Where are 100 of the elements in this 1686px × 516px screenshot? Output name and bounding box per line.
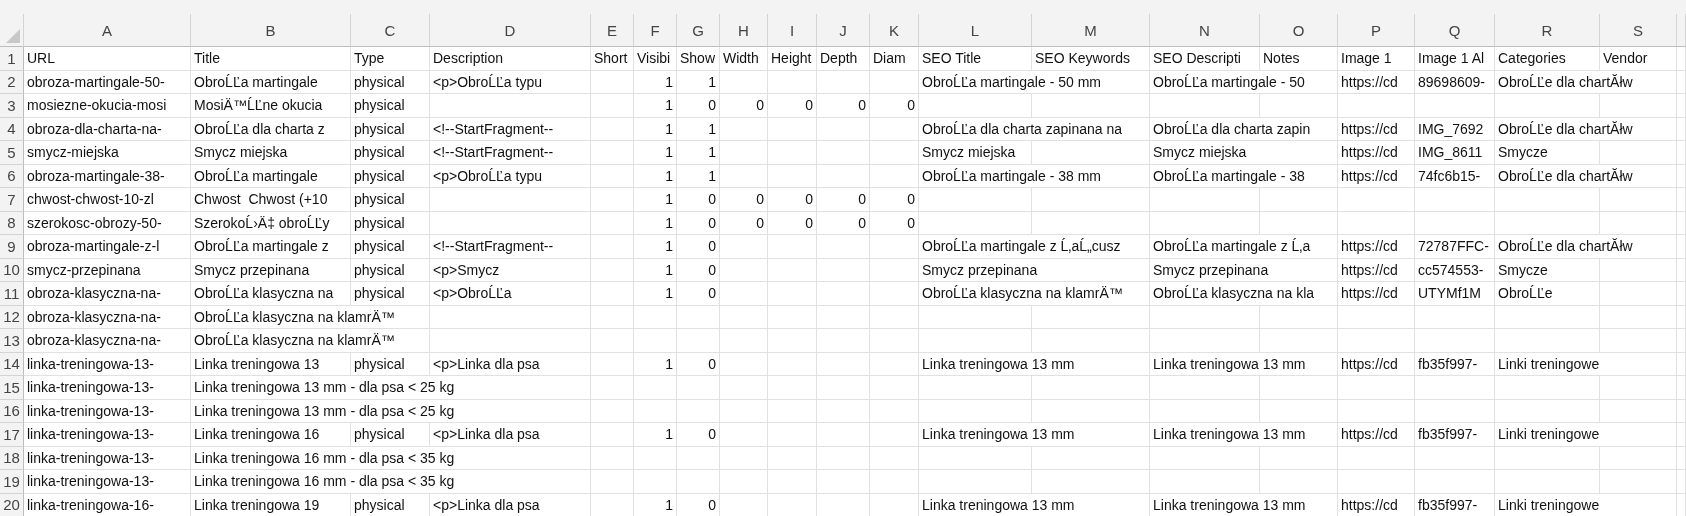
empty-cell: [591, 282, 634, 306]
empty-cell: [768, 470, 817, 494]
column-header[interactable]: H: [720, 14, 768, 47]
row-header[interactable]: 4: [0, 117, 24, 141]
empty-cell: [720, 470, 768, 494]
row-header[interactable]: 8: [0, 211, 24, 235]
column-header[interactable]: B: [191, 14, 351, 47]
table-cell: Linki treningowe: [1495, 423, 1677, 447]
table-cell: physical: [351, 94, 430, 118]
row-header[interactable]: 13: [0, 329, 24, 353]
empty-cell: [817, 70, 870, 94]
table-cell: Smycze: [1495, 258, 1600, 282]
empty-cell: [591, 188, 634, 212]
column-header[interactable]: [1677, 14, 1686, 47]
empty-cell: [817, 399, 870, 423]
empty-cell: [677, 470, 720, 494]
empty-cell: [1677, 141, 1686, 165]
column-header[interactable]: J: [817, 14, 870, 47]
column-header[interactable]: P: [1338, 14, 1415, 47]
table-cell: Linka treningowa 13 mm: [1150, 423, 1338, 447]
column-header[interactable]: C: [351, 14, 430, 47]
table-cell: ObroĹĽa martingale z: [191, 235, 351, 259]
empty-cell: [591, 164, 634, 188]
column-header[interactable]: Q: [1415, 14, 1495, 47]
table-cell: SzerokoĹ›Ä‡ obroĹĽy: [191, 211, 351, 235]
row-header[interactable]: 2: [0, 70, 24, 94]
empty-cell: [768, 235, 817, 259]
column-header[interactable]: I: [768, 14, 817, 47]
empty-cell: [1677, 329, 1686, 353]
row-header[interactable]: 15: [0, 376, 24, 400]
column-header[interactable]: K: [870, 14, 919, 47]
table-cell: 0: [817, 94, 870, 118]
table-cell: obroza-klasyczna-na-: [24, 282, 191, 306]
table-cell: Smycze: [1495, 141, 1600, 165]
select-all-button[interactable]: [0, 14, 24, 47]
row-header[interactable]: 12: [0, 305, 24, 329]
column-header[interactable]: S: [1600, 14, 1677, 47]
table-cell: ObroĹĽa martingale z Ĺ‚aĹ„cusz: [919, 235, 1150, 259]
row-header[interactable]: 16: [0, 399, 24, 423]
table-cell: ObroĹĽe dla chartĂłw: [1495, 235, 1677, 259]
row-header[interactable]: 17: [0, 423, 24, 447]
empty-cell: [720, 423, 768, 447]
table-cell: smycz-miejska: [24, 141, 191, 165]
table-cell: 1: [634, 211, 677, 235]
empty-cell: [817, 470, 870, 494]
row-header[interactable]: 1: [0, 47, 24, 71]
table-cell: linka-treningowa-13-: [24, 376, 191, 400]
column-header[interactable]: G: [677, 14, 720, 47]
column-header[interactable]: E: [591, 14, 634, 47]
table-cell: Smycz miejska: [919, 141, 1032, 165]
table-cell: Visibi: [634, 47, 677, 71]
column-header[interactable]: O: [1260, 14, 1338, 47]
empty-cell: [677, 329, 720, 353]
empty-cell: [1677, 423, 1686, 447]
table-cell: 1: [634, 70, 677, 94]
table-cell: <!--StartFragment--: [430, 235, 591, 259]
empty-cell: [870, 282, 919, 306]
table-cell: MosiÄ™ĹĽne okucia: [191, 94, 351, 118]
column-header[interactable]: N: [1150, 14, 1260, 47]
table-cell: linka-treningowa-13-: [24, 399, 191, 423]
table-cell: physical: [351, 117, 430, 141]
table-cell: 74fc6b15-: [1415, 164, 1495, 188]
row-header[interactable]: 9: [0, 235, 24, 259]
table-cell: ObroĹĽe dla chartĂłw: [1495, 70, 1677, 94]
row-header[interactable]: 14: [0, 352, 24, 376]
table-cell: 1: [677, 141, 720, 165]
column-header[interactable]: F: [634, 14, 677, 47]
empty-cell: [870, 329, 919, 353]
table-cell: 1: [634, 235, 677, 259]
empty-cell: [720, 117, 768, 141]
column-header[interactable]: M: [1032, 14, 1150, 47]
row-header[interactable]: 11: [0, 282, 24, 306]
empty-cell: [1677, 282, 1686, 306]
column-header[interactable]: L: [919, 14, 1032, 47]
column-header[interactable]: D: [430, 14, 591, 47]
table-cell: URL: [24, 47, 191, 71]
table-cell: <p>Linka dla psa: [430, 423, 591, 447]
table-cell: Show: [677, 47, 720, 71]
table-cell: ObroĹĽa martingale - 50 mm: [919, 70, 1150, 94]
table-cell: Linki treningowe: [1495, 493, 1677, 516]
table-cell: <p>ObroĹĽa: [430, 282, 591, 306]
empty-cell: [768, 446, 817, 470]
empty-cell: [1677, 446, 1686, 470]
row-header[interactable]: 7: [0, 188, 24, 212]
row-header[interactable]: 19: [0, 470, 24, 494]
column-header[interactable]: R: [1495, 14, 1600, 47]
row-header[interactable]: 5: [0, 141, 24, 165]
table-cell: UTYMf1M: [1415, 282, 1495, 306]
table-cell: 1: [634, 117, 677, 141]
table-cell: SEO Descripti: [1150, 47, 1260, 71]
empty-cell: [817, 446, 870, 470]
row-header[interactable]: 10: [0, 258, 24, 282]
row-header[interactable]: 3: [0, 94, 24, 118]
table-cell: 1: [634, 423, 677, 447]
table-cell: Smycz przepinana: [1150, 258, 1338, 282]
empty-cell: [1677, 188, 1686, 212]
row-header[interactable]: 18: [0, 446, 24, 470]
column-header[interactable]: A: [24, 14, 191, 47]
row-header[interactable]: 6: [0, 164, 24, 188]
row-header[interactable]: 20: [0, 493, 24, 516]
